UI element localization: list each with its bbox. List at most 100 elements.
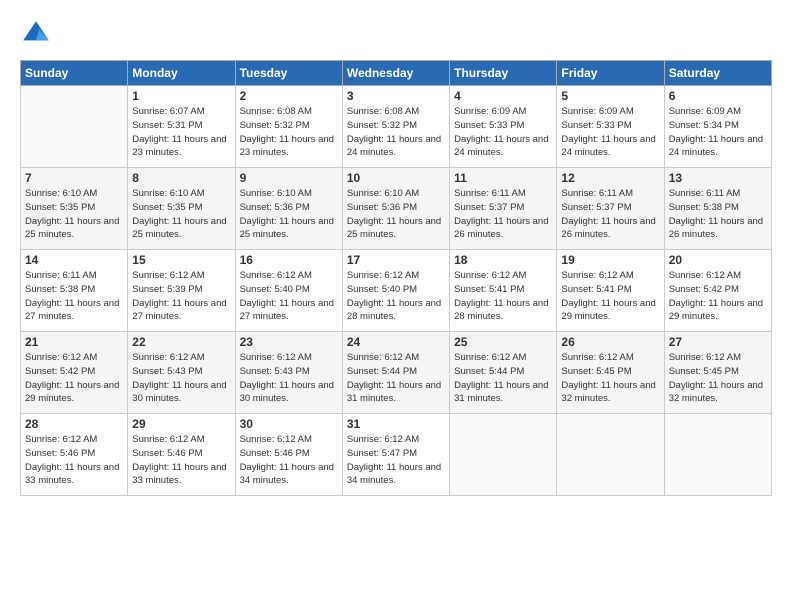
day-cell: 20 Sunrise: 6:12 AM Sunset: 5:42 PM Dayl… xyxy=(664,250,771,332)
day-cell xyxy=(557,414,664,496)
sunrise-label: Sunrise: 6:12 AM xyxy=(240,270,312,281)
day-info: Sunrise: 6:12 AM Sunset: 5:42 PM Dayligh… xyxy=(669,269,767,324)
sunrise-label: Sunrise: 6:12 AM xyxy=(561,352,633,363)
week-row-3: 14 Sunrise: 6:11 AM Sunset: 5:38 PM Dayl… xyxy=(21,250,772,332)
day-number: 31 xyxy=(347,417,445,431)
day-number: 22 xyxy=(132,335,230,349)
daylight-label: Daylight: 11 hours and 26 minutes. xyxy=(561,216,655,241)
sunrise-label: Sunrise: 6:09 AM xyxy=(454,106,526,117)
day-number: 21 xyxy=(25,335,123,349)
sunrise-label: Sunrise: 6:12 AM xyxy=(132,270,204,281)
day-info: Sunrise: 6:12 AM Sunset: 5:44 PM Dayligh… xyxy=(454,351,552,406)
sunrise-label: Sunrise: 6:12 AM xyxy=(132,434,204,445)
day-cell: 31 Sunrise: 6:12 AM Sunset: 5:47 PM Dayl… xyxy=(342,414,449,496)
day-info: Sunrise: 6:12 AM Sunset: 5:43 PM Dayligh… xyxy=(240,351,338,406)
sunset-label: Sunset: 5:44 PM xyxy=(454,366,524,377)
day-number: 11 xyxy=(454,171,552,185)
day-cell xyxy=(664,414,771,496)
col-header-monday: Monday xyxy=(128,61,235,86)
week-row-2: 7 Sunrise: 6:10 AM Sunset: 5:35 PM Dayli… xyxy=(21,168,772,250)
day-info: Sunrise: 6:12 AM Sunset: 5:40 PM Dayligh… xyxy=(240,269,338,324)
sunrise-label: Sunrise: 6:09 AM xyxy=(561,106,633,117)
sunset-label: Sunset: 5:32 PM xyxy=(347,120,417,131)
day-info: Sunrise: 6:12 AM Sunset: 5:46 PM Dayligh… xyxy=(25,433,123,488)
day-number: 7 xyxy=(25,171,123,185)
sunrise-label: Sunrise: 6:11 AM xyxy=(25,270,97,281)
day-info: Sunrise: 6:11 AM Sunset: 5:38 PM Dayligh… xyxy=(25,269,123,324)
day-cell xyxy=(450,414,557,496)
day-info: Sunrise: 6:10 AM Sunset: 5:35 PM Dayligh… xyxy=(132,187,230,242)
day-cell xyxy=(21,86,128,168)
daylight-label: Daylight: 11 hours and 26 minutes. xyxy=(454,216,548,241)
day-cell: 2 Sunrise: 6:08 AM Sunset: 5:32 PM Dayli… xyxy=(235,86,342,168)
day-info: Sunrise: 6:12 AM Sunset: 5:39 PM Dayligh… xyxy=(132,269,230,324)
daylight-label: Daylight: 11 hours and 34 minutes. xyxy=(347,462,441,487)
sunset-label: Sunset: 5:34 PM xyxy=(669,120,739,131)
daylight-label: Daylight: 11 hours and 25 minutes. xyxy=(347,216,441,241)
day-cell: 3 Sunrise: 6:08 AM Sunset: 5:32 PM Dayli… xyxy=(342,86,449,168)
col-header-saturday: Saturday xyxy=(664,61,771,86)
day-info: Sunrise: 6:11 AM Sunset: 5:37 PM Dayligh… xyxy=(454,187,552,242)
day-info: Sunrise: 6:12 AM Sunset: 5:46 PM Dayligh… xyxy=(132,433,230,488)
daylight-label: Daylight: 11 hours and 24 minutes. xyxy=(561,134,655,159)
day-number: 9 xyxy=(240,171,338,185)
day-info: Sunrise: 6:11 AM Sunset: 5:37 PM Dayligh… xyxy=(561,187,659,242)
day-info: Sunrise: 6:09 AM Sunset: 5:34 PM Dayligh… xyxy=(669,105,767,160)
day-info: Sunrise: 6:12 AM Sunset: 5:47 PM Dayligh… xyxy=(347,433,445,488)
sunrise-label: Sunrise: 6:12 AM xyxy=(132,352,204,363)
sunset-label: Sunset: 5:46 PM xyxy=(240,448,310,459)
day-number: 28 xyxy=(25,417,123,431)
sunset-label: Sunset: 5:38 PM xyxy=(669,202,739,213)
day-cell: 13 Sunrise: 6:11 AM Sunset: 5:38 PM Dayl… xyxy=(664,168,771,250)
day-cell: 8 Sunrise: 6:10 AM Sunset: 5:35 PM Dayli… xyxy=(128,168,235,250)
daylight-label: Daylight: 11 hours and 32 minutes. xyxy=(669,380,763,405)
daylight-label: Daylight: 11 hours and 23 minutes. xyxy=(132,134,226,159)
day-info: Sunrise: 6:12 AM Sunset: 5:46 PM Dayligh… xyxy=(240,433,338,488)
sunrise-label: Sunrise: 6:10 AM xyxy=(25,188,97,199)
day-info: Sunrise: 6:12 AM Sunset: 5:45 PM Dayligh… xyxy=(561,351,659,406)
sunrise-label: Sunrise: 6:12 AM xyxy=(347,352,419,363)
day-number: 27 xyxy=(669,335,767,349)
col-header-tuesday: Tuesday xyxy=(235,61,342,86)
daylight-label: Daylight: 11 hours and 30 minutes. xyxy=(132,380,226,405)
day-number: 4 xyxy=(454,89,552,103)
sunset-label: Sunset: 5:47 PM xyxy=(347,448,417,459)
day-cell: 5 Sunrise: 6:09 AM Sunset: 5:33 PM Dayli… xyxy=(557,86,664,168)
day-info: Sunrise: 6:11 AM Sunset: 5:38 PM Dayligh… xyxy=(669,187,767,242)
day-cell: 19 Sunrise: 6:12 AM Sunset: 5:41 PM Dayl… xyxy=(557,250,664,332)
day-number: 17 xyxy=(347,253,445,267)
daylight-label: Daylight: 11 hours and 29 minutes. xyxy=(25,380,119,405)
day-info: Sunrise: 6:12 AM Sunset: 5:42 PM Dayligh… xyxy=(25,351,123,406)
day-number: 20 xyxy=(669,253,767,267)
day-info: Sunrise: 6:12 AM Sunset: 5:43 PM Dayligh… xyxy=(132,351,230,406)
daylight-label: Daylight: 11 hours and 33 minutes. xyxy=(25,462,119,487)
logo xyxy=(20,18,56,50)
day-number: 16 xyxy=(240,253,338,267)
sunset-label: Sunset: 5:44 PM xyxy=(347,366,417,377)
sunset-label: Sunset: 5:39 PM xyxy=(132,284,202,295)
daylight-label: Daylight: 11 hours and 30 minutes. xyxy=(240,380,334,405)
sunset-label: Sunset: 5:46 PM xyxy=(25,448,95,459)
sunrise-label: Sunrise: 6:10 AM xyxy=(240,188,312,199)
day-number: 13 xyxy=(669,171,767,185)
sunrise-label: Sunrise: 6:08 AM xyxy=(240,106,312,117)
day-number: 12 xyxy=(561,171,659,185)
day-number: 14 xyxy=(25,253,123,267)
day-number: 25 xyxy=(454,335,552,349)
day-number: 24 xyxy=(347,335,445,349)
sunrise-label: Sunrise: 6:12 AM xyxy=(240,352,312,363)
sunrise-label: Sunrise: 6:11 AM xyxy=(669,188,741,199)
day-info: Sunrise: 6:10 AM Sunset: 5:35 PM Dayligh… xyxy=(25,187,123,242)
daylight-label: Daylight: 11 hours and 25 minutes. xyxy=(132,216,226,241)
sunrise-label: Sunrise: 6:12 AM xyxy=(25,434,97,445)
sunset-label: Sunset: 5:35 PM xyxy=(132,202,202,213)
week-row-4: 21 Sunrise: 6:12 AM Sunset: 5:42 PM Dayl… xyxy=(21,332,772,414)
sunset-label: Sunset: 5:45 PM xyxy=(561,366,631,377)
day-cell: 18 Sunrise: 6:12 AM Sunset: 5:41 PM Dayl… xyxy=(450,250,557,332)
sunrise-label: Sunrise: 6:07 AM xyxy=(132,106,204,117)
daylight-label: Daylight: 11 hours and 29 minutes. xyxy=(561,298,655,323)
daylight-label: Daylight: 11 hours and 24 minutes. xyxy=(347,134,441,159)
day-number: 26 xyxy=(561,335,659,349)
daylight-label: Daylight: 11 hours and 26 minutes. xyxy=(669,216,763,241)
sunset-label: Sunset: 5:43 PM xyxy=(240,366,310,377)
